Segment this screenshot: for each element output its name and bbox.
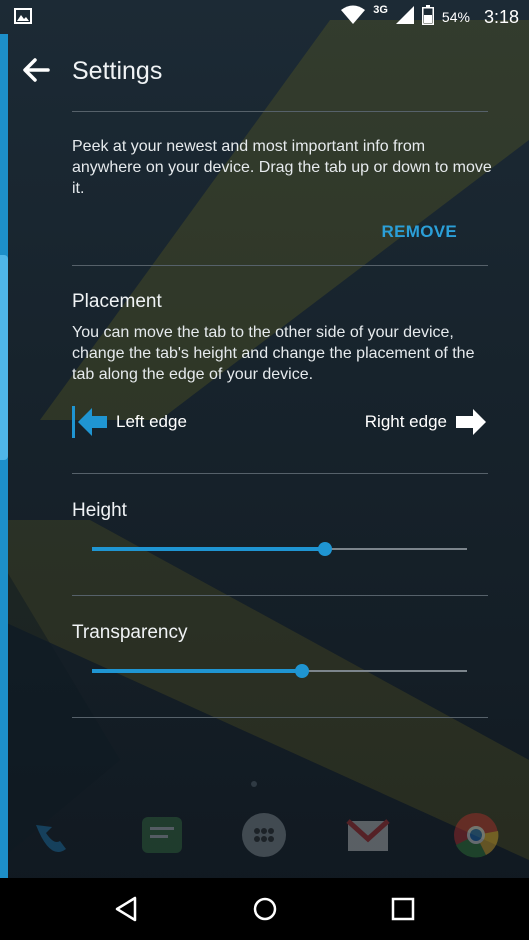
height-slider[interactable] — [92, 539, 467, 559]
phone-app-icon — [36, 825, 66, 852]
peek-description: Peek at your newest and most important i… — [72, 138, 492, 197]
left-edge-label: Left edge — [116, 412, 187, 431]
arrow-left-icon — [23, 58, 50, 82]
placement-title: Placement — [72, 291, 162, 312]
signal-icon — [395, 5, 414, 29]
divider — [72, 595, 488, 596]
messages-app-icon — [142, 817, 182, 853]
recents-square-icon — [391, 897, 415, 921]
slider-thumb[interactable] — [295, 664, 309, 678]
right-edge-option[interactable]: Right edge — [365, 405, 487, 439]
battery-icon — [421, 4, 434, 30]
page-indicator-dot — [251, 781, 257, 787]
network-type: 3G — [373, 4, 388, 16]
back-triangle-icon — [115, 896, 137, 922]
divider — [72, 717, 488, 718]
status-bar: 3G 54% 3:18 — [0, 0, 529, 34]
battery-percent: 54% — [441, 9, 470, 25]
navigation-bar — [0, 878, 529, 940]
back-button[interactable] — [20, 54, 52, 86]
nav-home-button[interactable] — [251, 895, 279, 923]
peek-edge-handle[interactable] — [0, 255, 8, 460]
arrow-left-edge-icon — [72, 406, 107, 438]
slider-fill — [92, 669, 302, 673]
nav-recents-button[interactable] — [389, 895, 417, 923]
left-edge-option[interactable]: Left edge — [72, 405, 187, 439]
app-bar: Settings — [8, 34, 529, 112]
slider-fill — [92, 547, 325, 551]
home-circle-icon — [253, 897, 277, 921]
page-title: Settings — [72, 57, 163, 85]
gmail-app-icon — [346, 819, 390, 851]
divider — [72, 265, 488, 266]
arrow-right-icon — [456, 409, 486, 435]
remove-button[interactable]: REMOVE — [382, 222, 457, 242]
placement-description: You can move the tab to the other side o… — [72, 324, 475, 383]
transparency-title: Transparency — [72, 622, 188, 643]
height-title: Height — [72, 500, 127, 521]
image-notification-icon — [14, 8, 32, 29]
app-drawer-icon — [242, 813, 286, 857]
slider-thumb[interactable] — [317, 542, 332, 556]
chrome-app-icon — [454, 813, 499, 858]
status-clock: 3:18 — [483, 6, 519, 27]
divider — [72, 111, 488, 112]
right-edge-label: Right edge — [364, 412, 447, 431]
wifi-icon — [341, 5, 366, 30]
nav-back-button[interactable] — [113, 895, 141, 923]
divider — [72, 473, 488, 474]
home-dock — [0, 805, 529, 865]
transparency-slider[interactable] — [92, 661, 467, 681]
